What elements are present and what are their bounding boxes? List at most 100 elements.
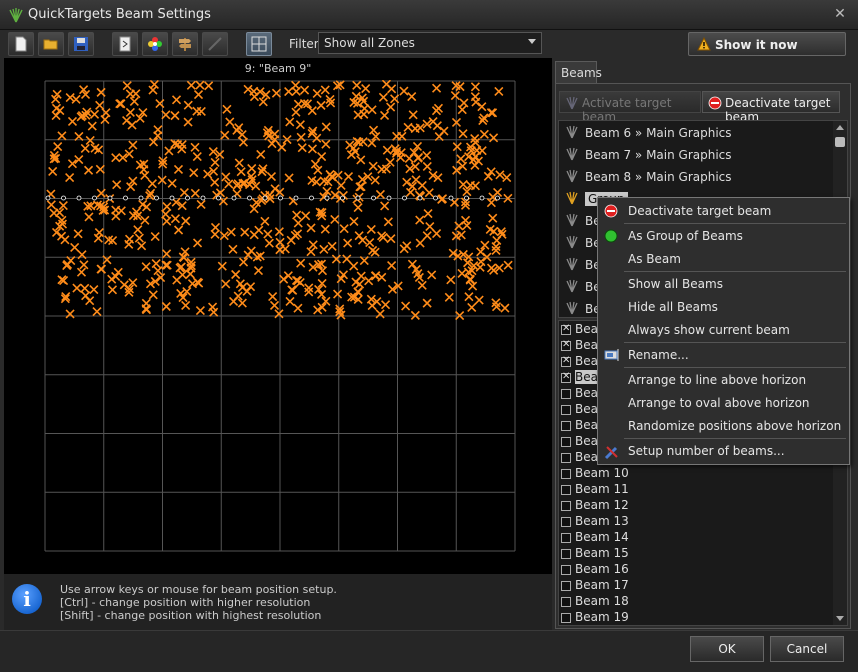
beam-marker[interactable] — [284, 86, 294, 97]
beam-marker[interactable] — [387, 261, 397, 271]
horizon-point[interactable] — [107, 195, 113, 201]
beam-marker[interactable] — [494, 86, 504, 97]
beam-checkbox[interactable] — [561, 405, 571, 415]
beam-marker[interactable] — [111, 153, 121, 163]
beam-marker[interactable] — [377, 272, 387, 282]
beam-marker[interactable] — [46, 200, 56, 210]
laser-wand-button[interactable] — [202, 32, 228, 56]
beam-marker[interactable] — [142, 202, 152, 212]
save-button[interactable] — [68, 32, 94, 56]
beam-checkbox[interactable] — [561, 581, 571, 591]
beam-marker[interactable] — [479, 129, 489, 139]
horizon-point[interactable] — [417, 195, 423, 201]
beam-marker[interactable] — [173, 164, 184, 175]
beam-marker[interactable] — [172, 275, 182, 285]
beam-marker[interactable] — [260, 216, 270, 226]
beam-marker[interactable] — [277, 142, 287, 152]
beam-marker[interactable] — [339, 224, 349, 234]
beam-marker[interactable] — [271, 88, 282, 98]
close-icon[interactable]: ✕ — [832, 6, 848, 22]
beam-marker[interactable] — [467, 302, 477, 313]
beam-marker[interactable] — [183, 100, 193, 110]
beam-marker[interactable] — [293, 303, 303, 313]
beam-marker[interactable] — [458, 129, 468, 139]
filter-select[interactable]: Show all Zones — [318, 32, 542, 54]
beam-marker[interactable] — [432, 229, 442, 239]
beam-marker[interactable] — [196, 106, 206, 117]
beam-marker[interactable] — [119, 280, 129, 290]
beam-marker[interactable] — [65, 173, 75, 183]
horizon-point[interactable] — [433, 195, 438, 201]
beam-marker[interactable] — [246, 246, 256, 256]
beam-marker[interactable] — [140, 215, 150, 225]
beam-marker[interactable] — [125, 89, 135, 99]
beam-marker[interactable] — [55, 105, 65, 116]
beam-marker[interactable] — [280, 244, 290, 254]
beam-marker[interactable] — [296, 258, 306, 268]
beam-marker[interactable] — [137, 241, 147, 251]
beam-marker[interactable] — [195, 80, 205, 90]
beam-marker[interactable] — [122, 81, 132, 91]
beam-marker[interactable] — [65, 309, 75, 319]
beam-marker[interactable] — [375, 189, 385, 200]
horizon-point[interactable] — [200, 195, 206, 201]
beam-marker[interactable] — [475, 262, 485, 272]
beam-marker[interactable] — [307, 106, 317, 116]
beam-list-item[interactable]: Beam 14 — [561, 530, 629, 546]
beam-marker[interactable] — [162, 216, 172, 226]
beam-marker[interactable] — [73, 229, 83, 239]
beam-marker[interactable] — [367, 105, 377, 115]
beam-marker[interactable] — [407, 91, 417, 102]
beam-marker[interactable] — [149, 80, 159, 90]
beam-marker[interactable] — [210, 222, 221, 233]
beam-marker[interactable] — [380, 300, 391, 310]
beam-marker[interactable] — [100, 115, 110, 125]
horizon-point[interactable] — [278, 195, 283, 201]
beam-marker[interactable] — [128, 140, 138, 150]
horizon-point[interactable] — [324, 195, 330, 201]
beam-checkbox[interactable] — [561, 501, 571, 511]
horizon-point[interactable] — [123, 195, 128, 201]
beam-marker[interactable] — [457, 105, 467, 115]
beam-marker[interactable] — [486, 108, 496, 118]
horizon-point[interactable] — [402, 195, 407, 201]
beam-marker[interactable] — [415, 215, 425, 225]
beam-marker[interactable] — [422, 298, 432, 308]
beam-marker[interactable] — [190, 142, 200, 152]
beam-marker[interactable] — [308, 240, 318, 250]
beam-marker[interactable] — [288, 285, 298, 295]
horizon-point[interactable] — [45, 195, 51, 201]
beam-marker[interactable] — [124, 239, 134, 249]
beam-marker[interactable] — [304, 287, 314, 297]
beam-marker[interactable] — [378, 92, 388, 102]
beam-marker[interactable] — [431, 83, 442, 93]
beam-marker[interactable] — [170, 111, 180, 121]
beam-marker[interactable] — [304, 283, 314, 293]
beam-marker[interactable] — [148, 85, 158, 95]
horizon-point[interactable] — [495, 195, 500, 201]
beam-marker[interactable] — [89, 109, 100, 119]
beam-marker[interactable] — [366, 224, 376, 235]
beam-checkbox[interactable] — [561, 421, 571, 431]
beam-marker[interactable] — [368, 161, 378, 171]
beam-marker[interactable] — [264, 238, 274, 248]
beam-marker[interactable] — [500, 303, 510, 313]
beam-marker[interactable] — [356, 155, 366, 165]
beam-marker[interactable] — [220, 130, 230, 140]
beam-marker[interactable] — [307, 144, 318, 154]
beam-marker[interactable] — [267, 139, 277, 149]
beam-marker[interactable] — [424, 188, 434, 198]
menu-item-arrange-oval[interactable]: Arrange to oval above horizon — [598, 392, 849, 414]
beam-marker[interactable] — [127, 120, 137, 130]
beam-marker[interactable] — [116, 206, 126, 216]
beam-marker[interactable] — [72, 283, 82, 293]
beam-marker[interactable] — [80, 283, 90, 293]
beam-marker[interactable] — [67, 116, 78, 126]
beam-checkbox[interactable] — [561, 549, 571, 559]
beam-marker[interactable] — [263, 229, 273, 239]
horizon-point[interactable] — [355, 195, 361, 201]
beam-marker[interactable] — [274, 227, 284, 237]
beam-marker[interactable] — [480, 240, 490, 250]
beam-marker[interactable] — [74, 131, 84, 141]
beam-marker[interactable] — [115, 99, 125, 109]
